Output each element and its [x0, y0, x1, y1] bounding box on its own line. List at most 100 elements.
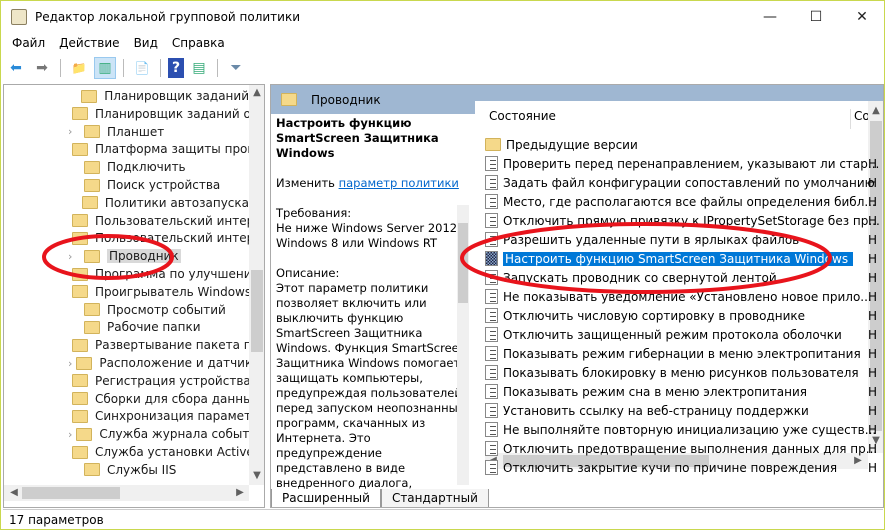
- tree-vertical-scrollbar[interactable]: ▲ ▼: [249, 85, 264, 485]
- policy-setting-icon: [485, 213, 498, 228]
- list-item[interactable]: Отключить предотвращение выполнения данн…: [485, 439, 877, 458]
- close-button[interactable]: ✕: [839, 1, 885, 33]
- policy-setting-icon: [485, 175, 498, 190]
- tree-item-label: Рабочие папки: [107, 320, 201, 335]
- show-action-pane-icon[interactable]: ▤: [188, 57, 210, 79]
- maximize-button[interactable]: ☐: [793, 1, 839, 33]
- tree-item[interactable]: › Служба журнала событий: [4, 425, 249, 443]
- tab-extended[interactable]: Расширенный: [271, 489, 381, 507]
- requirements-text: Не ниже Windows Server 2012, Windows 8 и…: [276, 221, 461, 250]
- list-item-state: Н: [868, 289, 878, 304]
- tree-item[interactable]: Подключить: [4, 158, 249, 176]
- list-item-label: Отключить предотвращение выполнения данн…: [503, 441, 878, 456]
- list-item[interactable]: Разрешить удаленные пути в ярлыках файло…: [485, 230, 877, 249]
- scroll-left-icon[interactable]: ◀: [6, 487, 22, 498]
- folder-icon: [281, 93, 297, 106]
- folder-icon: [72, 392, 88, 406]
- list-item[interactable]: Отключить защищенный режим протокола обо…: [485, 325, 877, 344]
- menu-help[interactable]: Справка: [165, 36, 232, 50]
- app-window: Редактор локальной групповой политики — …: [0, 0, 885, 530]
- tree-item[interactable]: Просмотр событий: [4, 301, 249, 319]
- tree-item-label: Планировщик заданий: [104, 89, 249, 103]
- scrollbar-thumb[interactable]: [251, 270, 263, 352]
- chevron-right-icon[interactable]: ›: [68, 357, 72, 370]
- toolbar: ⬅ ➡ 📁 ▥ 📄 ? ▤ ⏷: [5, 56, 247, 80]
- scroll-right-icon[interactable]: ▶: [232, 487, 248, 498]
- tree-item[interactable]: Планировщик заданий об: [4, 105, 249, 123]
- tree-item[interactable]: Платформа защиты прогр: [4, 140, 249, 158]
- list-item[interactable]: Показывать режим сна в меню электропитан…: [485, 382, 877, 401]
- tree-item[interactable]: Политики автозапуска: [4, 194, 249, 212]
- scrollbar-thumb[interactable]: [22, 487, 120, 499]
- list-item[interactable]: Показывать блокировку в меню рисунков по…: [485, 363, 877, 382]
- tree-horizontal-scrollbar[interactable]: ◀ ▶: [4, 485, 249, 501]
- tree-item[interactable]: Рабочие папки: [4, 318, 249, 336]
- list-item[interactable]: Проверить перед перенаправлением, указыв…: [485, 154, 879, 173]
- policy-setting-icon: [485, 289, 498, 304]
- tree-item[interactable]: Планировщик заданий: [4, 87, 249, 105]
- tab-standard[interactable]: Стандартный: [380, 489, 489, 507]
- column-header-state[interactable]: Состояние: [489, 109, 556, 129]
- chevron-right-icon[interactable]: ›: [68, 125, 80, 138]
- list-item-label: Запускать проводник со свернутой лентой: [503, 270, 777, 285]
- list-item[interactable]: Не выполняйте повторную инициализацию уж…: [485, 420, 877, 439]
- list-item[interactable]: Отключить прямую привязку к IPropertySet…: [485, 211, 880, 230]
- list-item[interactable]: Отключить числовую сортировку в проводни…: [485, 306, 877, 325]
- list-item-label: Не выполняйте повторную инициализацию уж…: [503, 422, 877, 437]
- edit-policy-link[interactable]: параметр политики: [339, 176, 459, 190]
- description-scrollbar[interactable]: [457, 205, 469, 485]
- policy-setting-icon: [485, 384, 498, 399]
- tree-item[interactable]: Сборки для сбора данных: [4, 390, 249, 408]
- tree-item-label: Развертывание пакета при: [95, 338, 249, 353]
- back-arrow-icon[interactable]: ⬅: [5, 57, 27, 79]
- tree-item[interactable]: › Проводник: [4, 247, 249, 265]
- list-item[interactable]: Предыдущие версии: [485, 135, 870, 154]
- tree-item[interactable]: Синхронизация параметр: [4, 407, 249, 425]
- tree-item[interactable]: Проигрыватель Windows: [4, 283, 249, 301]
- menu-action[interactable]: Действие: [52, 36, 126, 50]
- list-item[interactable]: Показывать режим гибернации в меню элект…: [485, 344, 877, 363]
- export-list-icon[interactable]: 📄: [131, 57, 153, 79]
- tree-item[interactable]: Пользовательский интерф: [4, 229, 249, 247]
- chevron-right-icon[interactable]: ›: [68, 428, 72, 441]
- tree-item[interactable]: › Планшет: [4, 123, 249, 141]
- help-icon[interactable]: ?: [168, 58, 184, 78]
- list-item-label: Отключить защищенный режим протокола обо…: [503, 327, 842, 342]
- tree-item[interactable]: Программа по улучшени: [4, 265, 249, 283]
- minimize-button[interactable]: —: [747, 1, 793, 33]
- scrollbar-thumb[interactable]: [458, 223, 468, 303]
- scroll-up-icon[interactable]: ▲: [249, 87, 264, 98]
- list-item[interactable]: Настроить функцию SmartScreen Защитника …: [485, 249, 877, 268]
- up-folder-icon[interactable]: 📁: [68, 57, 90, 79]
- column-header-comment[interactable]: Со: [850, 109, 870, 129]
- tree-item-label: Регистрация устройства: [95, 373, 249, 388]
- scroll-up-icon[interactable]: ▲: [868, 105, 883, 116]
- folder-icon: [72, 267, 88, 281]
- list-item-label: Показывать режим сна в меню электропитан…: [503, 384, 807, 399]
- filter-icon[interactable]: ⏷: [225, 57, 247, 79]
- toolbar-separator: [160, 59, 161, 77]
- tree-item[interactable]: Поиск устройства: [4, 176, 249, 194]
- show-hide-tree-icon[interactable]: ▥: [94, 57, 116, 79]
- tree-item[interactable]: Службы IIS: [4, 461, 249, 479]
- forward-arrow-icon[interactable]: ➡: [31, 57, 53, 79]
- menu-file[interactable]: Файл: [5, 36, 52, 50]
- list-item[interactable]: Запускать проводник со свернутой лентой Н: [485, 268, 877, 287]
- list-item[interactable]: Установить ссылку на веб-страницу поддер…: [485, 401, 877, 420]
- scroll-down-icon[interactable]: ▼: [249, 470, 264, 481]
- tree-item[interactable]: › Расположение и датчики: [4, 354, 249, 372]
- tree-item[interactable]: Развертывание пакета при: [4, 336, 249, 354]
- tree-item[interactable]: Пользовательский интерф: [4, 212, 249, 230]
- policy-list: Состояние Со ▲ ▼ ◀ ▶ Предыдущие версииПр…: [475, 101, 883, 475]
- chevron-right-icon[interactable]: ›: [68, 250, 80, 263]
- list-item[interactable]: Место, где располагаются все файлы опред…: [485, 192, 877, 211]
- list-item[interactable]: Не показывать уведомление «Установлено н…: [485, 287, 877, 306]
- tree-item[interactable]: Регистрация устройства: [4, 372, 249, 390]
- tree-item[interactable]: Служба установки ActiveX: [4, 443, 249, 461]
- list-item[interactable]: Отключить закрытие кучи по причине повре…: [485, 458, 877, 477]
- policy-setting-icon: [485, 422, 498, 437]
- list-item[interactable]: Задать файл конфигурации сопоставлений п…: [485, 173, 877, 192]
- tree-item-label: Службы IIS: [107, 462, 177, 477]
- menu-view[interactable]: Вид: [127, 36, 165, 50]
- toolbar-separator: [217, 59, 218, 77]
